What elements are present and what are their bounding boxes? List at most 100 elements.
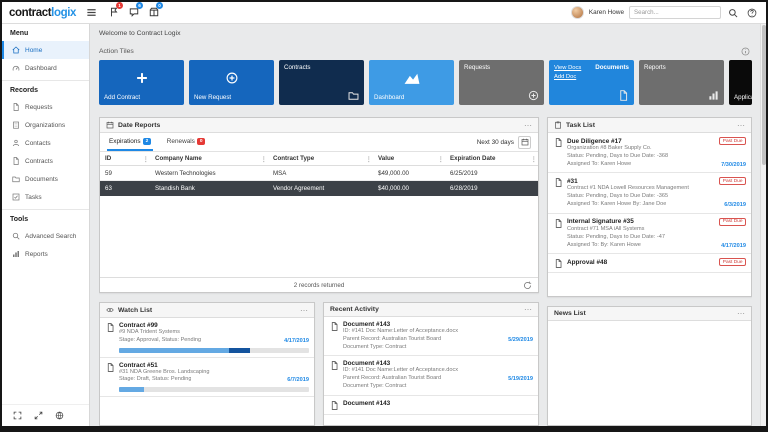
- column-header-id[interactable]: ID⋮: [100, 152, 150, 166]
- task-title[interactable]: Due Diligence #17: [567, 138, 622, 145]
- task-status: Status: Pending, Days to Due Date: -365: [567, 193, 746, 201]
- sidebar-item-label: Contacts: [25, 140, 51, 147]
- task-title[interactable]: #31: [567, 178, 578, 185]
- activity-item-title[interactable]: Document #143: [343, 360, 390, 367]
- tile-add-contract[interactable]: Add Contract: [99, 60, 184, 105]
- user-name[interactable]: Karen Howe: [589, 9, 624, 16]
- column-header-type[interactable]: Contract Type ⋮: [268, 152, 373, 166]
- task-list-item[interactable]: Due Diligence #17 Past Due Organization …: [548, 133, 751, 173]
- column-menu-icon[interactable]: ⋮: [531, 155, 538, 163]
- messages-button[interactable]: 6: [129, 5, 139, 20]
- recent-activity-item[interactable]: Document #143: [324, 396, 538, 415]
- logo-text-contract: contract: [9, 7, 51, 19]
- document-icon: [330, 361, 339, 370]
- globe-icon: [55, 411, 64, 420]
- panel-menu-button[interactable]: ⋯: [524, 123, 532, 128]
- logo-text-logix: logix: [51, 7, 76, 19]
- sidebar-item-organizations[interactable]: Organizations: [2, 116, 89, 134]
- panel-menu-button[interactable]: ⋯: [737, 311, 745, 316]
- date-range-button[interactable]: [518, 136, 531, 149]
- events-button[interactable]: 0: [149, 5, 159, 20]
- tile-label: Applications: [734, 94, 752, 101]
- table-row[interactable]: 59 Western Technologies MSA $49,000.00 6…: [100, 166, 538, 181]
- refresh-button[interactable]: [521, 281, 534, 290]
- column-label: Company Name: [155, 155, 202, 162]
- watch-item-title[interactable]: Contract #99: [119, 322, 158, 329]
- task-list-item[interactable]: Approval #48 Past Due: [548, 254, 751, 273]
- column-menu-icon[interactable]: ⋮: [366, 155, 373, 163]
- task-list-item[interactable]: #31 Past Due Contract #1 NDA Lowell Reso…: [548, 173, 751, 213]
- alerts-button[interactable]: 1: [109, 5, 119, 20]
- sidebar-item-home[interactable]: Home: [2, 41, 89, 59]
- recent-activity-item[interactable]: Document #143 ID: #141 Doc Name:Letter o…: [324, 356, 538, 395]
- panel-menu-button[interactable]: ⋯: [737, 123, 745, 128]
- add-doc-link[interactable]: Add Doc: [554, 74, 581, 80]
- table-row-selected[interactable]: 63 Standish Bank Vendor Agreement $40,00…: [100, 181, 538, 196]
- check-square-icon: [12, 193, 20, 201]
- sidebar-item-dashboard[interactable]: Dashboard: [2, 59, 89, 77]
- tile-dashboard[interactable]: Dashboard: [369, 60, 454, 105]
- menu-toggle-button[interactable]: [84, 7, 99, 18]
- action-tiles-info-button[interactable]: [739, 47, 752, 56]
- column-header-value[interactable]: Value⋮: [373, 152, 445, 166]
- column-header-company[interactable]: Company Name ⋮: [150, 152, 268, 166]
- app-logo[interactable]: contractlogix: [9, 7, 76, 19]
- task-title[interactable]: Approval #48: [567, 259, 607, 266]
- help-button[interactable]: [745, 8, 759, 18]
- sidebar-item-label: Requests: [25, 104, 52, 111]
- tab-renewals[interactable]: Renewals 0: [165, 135, 207, 151]
- task-title[interactable]: Internal Signature #35: [567, 218, 634, 225]
- search-button[interactable]: [726, 8, 740, 18]
- tile-new-request[interactable]: New Request: [189, 60, 274, 105]
- tile-label: Contracts: [284, 64, 310, 71]
- language-button[interactable]: [53, 411, 66, 420]
- refresh-icon: [523, 281, 532, 290]
- sidebar-item-tasks[interactable]: Tasks: [2, 188, 89, 206]
- panel-title: Recent Activity: [330, 306, 379, 313]
- sidebar-item-requests[interactable]: Requests: [2, 98, 89, 116]
- tile-reports[interactable]: Reports: [639, 60, 724, 105]
- tab-expirations[interactable]: Expirations 2: [107, 135, 153, 151]
- search-input[interactable]: [629, 6, 721, 19]
- page-scrollbar[interactable]: [760, 24, 766, 426]
- column-menu-icon[interactable]: ⋮: [438, 155, 445, 163]
- activity-item-title[interactable]: Document #143: [343, 400, 390, 407]
- sidebar-item-contacts[interactable]: Contacts: [2, 134, 89, 152]
- tab-label: Renewals: [167, 138, 195, 145]
- scrollbar-thumb[interactable]: [762, 25, 766, 165]
- view-docs-link[interactable]: View Docs: [554, 65, 581, 71]
- date-reports-panel: Date Reports ⋯ Expirations 2 Renewals 0: [99, 117, 539, 293]
- tile-requests[interactable]: Requests: [459, 60, 544, 105]
- panel-menu-button[interactable]: ⋯: [524, 307, 532, 312]
- recent-activity-panel: Recent Activity ⋯ Document #143 ID: #141…: [323, 302, 539, 426]
- column-header-expiration[interactable]: Expiration Date⋮: [445, 152, 538, 166]
- user-avatar[interactable]: [571, 6, 584, 19]
- column-menu-icon[interactable]: ⋮: [143, 155, 150, 163]
- sidebar-item-documents[interactable]: Documents: [2, 170, 89, 188]
- sidebar-item-advanced-search[interactable]: Advanced Search: [2, 227, 89, 245]
- sidebar-item-contracts[interactable]: Contracts: [2, 152, 89, 170]
- date-reports-tabbar: Expirations 2 Renewals 0 Next 30 days: [100, 133, 538, 152]
- panel-menu-button[interactable]: ⋯: [300, 308, 308, 313]
- sidebar: Menu Home Dashboard Records Requests Org…: [2, 24, 90, 426]
- sidebar-item-reports[interactable]: Reports: [2, 245, 89, 263]
- watch-list-item[interactable]: Contract #99 #9 NDA Trident Systems Stag…: [100, 318, 314, 358]
- tile-contracts[interactable]: Contracts: [279, 60, 364, 105]
- task-list-item[interactable]: Internal Signature #35 Past Due Contract…: [548, 214, 751, 254]
- watch-item-title[interactable]: Contract #51: [119, 362, 158, 369]
- progress-segment-primary: [119, 387, 144, 392]
- watch-list-item[interactable]: Contract #51 #31 NDA Greene Bros. Landsc…: [100, 358, 314, 398]
- column-menu-icon[interactable]: ⋮: [261, 155, 268, 163]
- info-icon: [741, 47, 750, 56]
- expand-button[interactable]: [32, 411, 45, 420]
- column-label: Contract Type: [273, 155, 314, 162]
- activity-item-title[interactable]: Document #143: [343, 321, 390, 328]
- recent-activity-item[interactable]: Document #143 ID: #141 Doc Name:Letter o…: [324, 317, 538, 356]
- tile-documents[interactable]: View Docs Add Doc Documents: [549, 60, 634, 105]
- tile-applications[interactable]: Applications: [729, 60, 752, 105]
- welcome-message: Welcome to Contract Logix: [99, 30, 752, 37]
- cell-id: 59: [100, 166, 150, 181]
- fullscreen-button[interactable]: [11, 411, 24, 420]
- past-due-badge: Past Due: [719, 137, 746, 145]
- activity-item-date: 5/19/2019: [508, 376, 533, 382]
